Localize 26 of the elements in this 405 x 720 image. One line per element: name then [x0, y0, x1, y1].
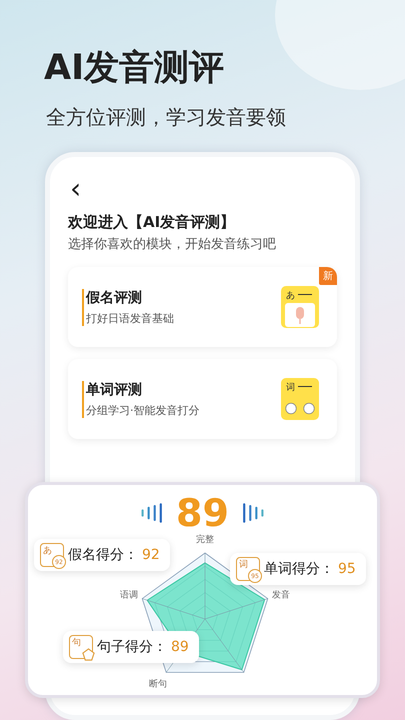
word-card-icon: 词 — [281, 378, 319, 420]
back-icon[interactable]: ‹ — [68, 179, 82, 199]
score-value: 89 — [171, 639, 189, 655]
module-title: 假名评测 — [86, 288, 143, 306]
module-card[interactable]: 单词评测 分组学习·智能发音打分 词 — [68, 359, 337, 439]
radar-axis-label: 断句 — [148, 680, 167, 690]
radar-axis-label: 语调 — [120, 590, 138, 600]
total-score: 89 — [176, 491, 229, 535]
radar-axis-label: 完整 — [196, 535, 214, 545]
score-label: 假名得分： — [68, 546, 138, 564]
tagline: 全方位评测，学习发音要领 — [46, 104, 286, 130]
instruction-text: 选择你喜欢的模块，开始发音练习吧 — [68, 236, 277, 253]
module-subtitle: 分组学习·智能发音打分 — [86, 402, 200, 418]
module-title: 单词评测 — [86, 380, 143, 398]
module-subtitle: 打好日语发音基础 — [86, 310, 174, 326]
score-label: 单词得分： — [264, 560, 334, 578]
score-value: 95 — [338, 561, 356, 577]
radar-axis-label: 发音 — [272, 590, 290, 600]
new-badge: 新 — [319, 267, 337, 285]
welcome-title: 欢迎进入【AI发音评测】 — [68, 213, 236, 232]
score-value: 92 — [142, 547, 160, 563]
kana-card-icon: あ — [281, 286, 319, 328]
module-card[interactable]: 假名评测 打好日语发音基础 あ 新 — [68, 267, 337, 347]
headline: AI发音测评 — [44, 47, 224, 90]
score-label: 句子得分： — [97, 638, 167, 656]
sentence-score-icon: 句 — [69, 635, 93, 659]
